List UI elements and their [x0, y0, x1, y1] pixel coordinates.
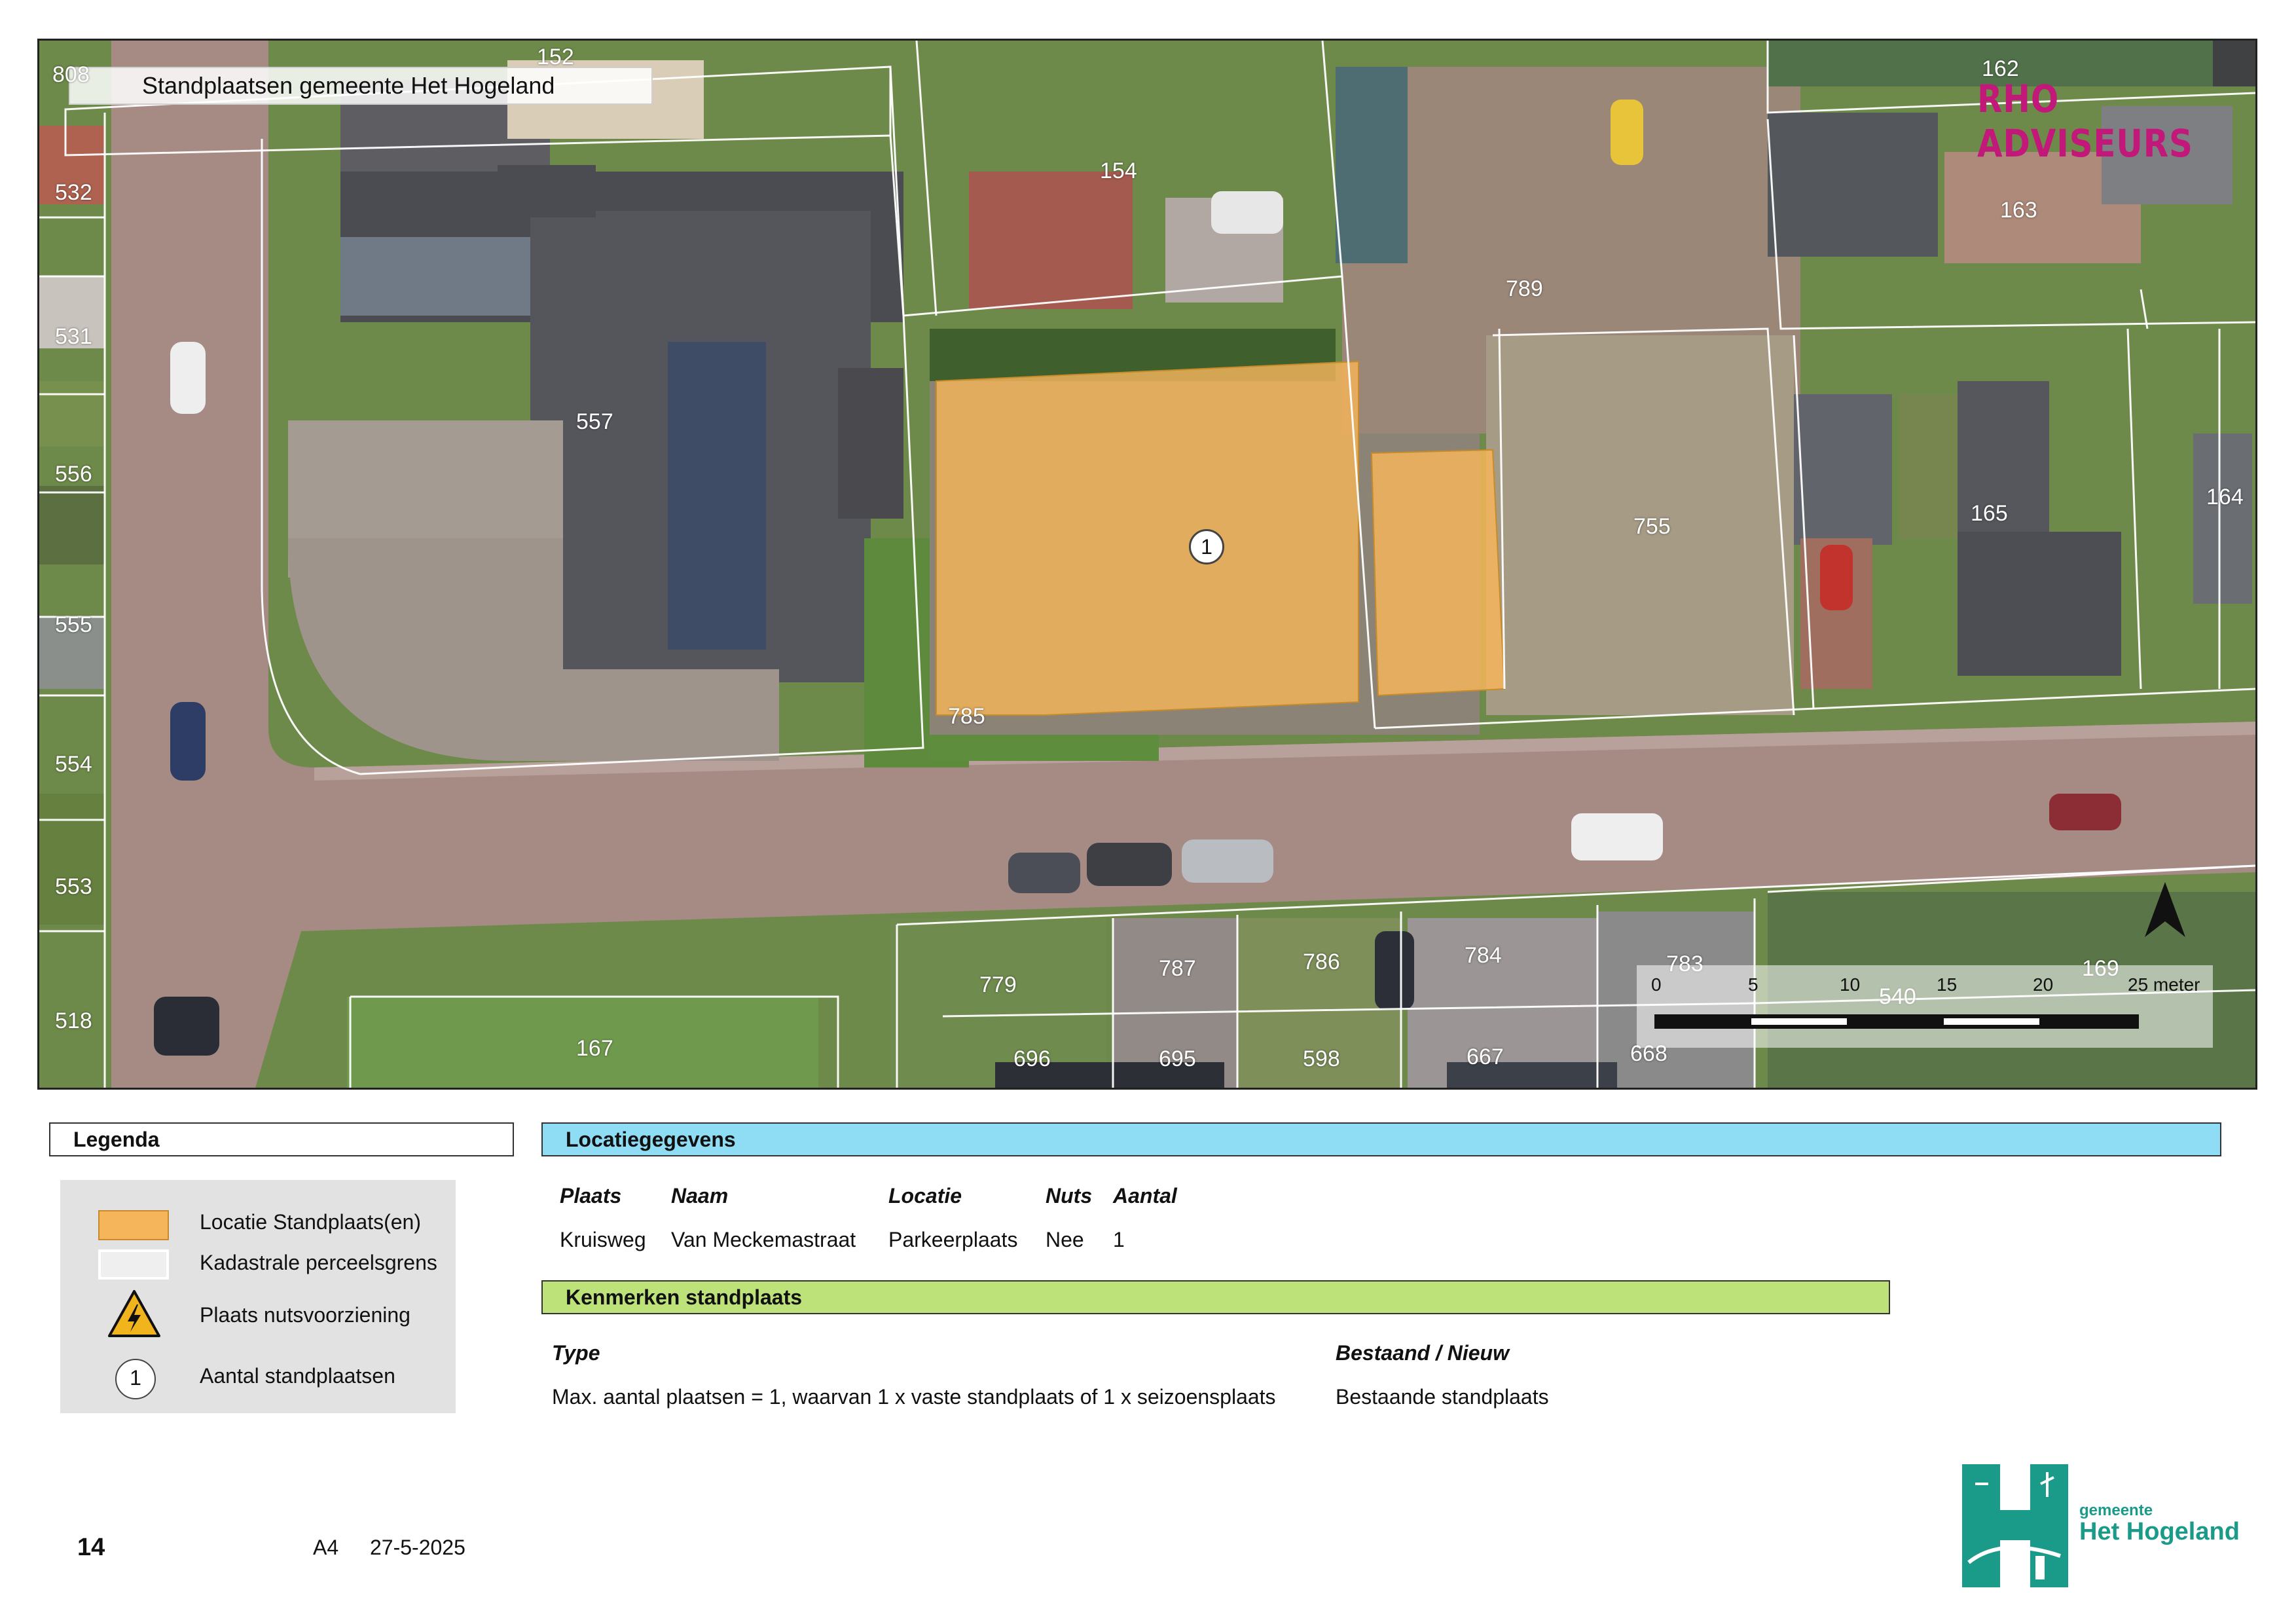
- paper-size: A4: [313, 1536, 339, 1559]
- scale-tick: 10: [1840, 974, 1861, 995]
- electric-hazard-icon: [108, 1290, 160, 1337]
- aerial-map[interactable]: [37, 39, 2257, 1090]
- legend-label: Plaats nutsvoorziening: [200, 1303, 410, 1327]
- features-col-header: Type: [552, 1341, 600, 1365]
- parcel-number: 787: [1159, 956, 1196, 981]
- parcel-number: 163: [2000, 198, 2037, 223]
- logo-text-large: Het Hogeland: [2079, 1518, 2240, 1545]
- page-number: 14: [77, 1534, 105, 1561]
- parcel-number: 556: [55, 462, 92, 487]
- map-title: Standplaatsen gemeente Het Hogeland: [69, 67, 653, 105]
- parcel-number: 789: [1506, 276, 1543, 301]
- document-date: 27-5-2025: [370, 1536, 465, 1559]
- legend-swatch-location: [98, 1210, 169, 1240]
- features-cell: Bestaande standplaats: [1336, 1385, 1549, 1409]
- parcel-number: 696: [1013, 1046, 1051, 1071]
- scale-tick: 15: [1937, 974, 1958, 995]
- parcel-number: 808: [52, 62, 90, 87]
- location-cell: Kruisweg: [560, 1228, 646, 1251]
- features-cell: Max. aantal plaatsen = 1, waarvan 1 x va…: [552, 1385, 1276, 1409]
- parcel-number: 165: [1971, 501, 2008, 526]
- location-cell: Parkeerplaats: [888, 1228, 1018, 1251]
- location-col-header: Naam: [671, 1184, 729, 1208]
- legend-header: Legenda: [49, 1122, 514, 1156]
- legend-label: Aantal standplaatsen: [200, 1364, 395, 1388]
- location-col-header: Aantal: [1113, 1184, 1177, 1208]
- parcel-number: 784: [1465, 943, 1502, 968]
- location-col-header: Plaats: [560, 1184, 622, 1208]
- legend-label: Kadastrale perceelsgrens: [200, 1251, 437, 1274]
- parcel-number: 531: [55, 324, 92, 349]
- legend-swatch-parcel: [98, 1249, 169, 1280]
- location-cell: 1: [1113, 1228, 1125, 1251]
- scale-bar-panel: [1637, 965, 2213, 1048]
- parcel-number: 786: [1303, 950, 1340, 974]
- scale-tick: 5: [1748, 974, 1758, 995]
- features-col-header: Bestaand / Nieuw: [1336, 1341, 1509, 1365]
- parcel-number: 154: [1100, 158, 1137, 183]
- parcel-number: 553: [55, 874, 92, 899]
- location-col-header: Nuts: [1046, 1184, 1093, 1208]
- features-header: Kenmerken standplaats: [541, 1280, 1890, 1314]
- logo-text-small: gemeente: [2079, 1502, 2153, 1519]
- parcel-number: 164: [2206, 485, 2244, 509]
- brand-logo: RHO ADVISEURS: [1977, 77, 2193, 166]
- parcel-number: 554: [55, 752, 92, 777]
- parcel-number: 167: [576, 1036, 613, 1061]
- parcel-number: 779: [979, 972, 1017, 997]
- parcel-number: 532: [55, 180, 92, 205]
- parcel-number: 755: [1633, 514, 1671, 539]
- municipality-logo-icon: [1962, 1464, 2068, 1587]
- parcel-number: 695: [1159, 1046, 1196, 1071]
- parcel-number: 518: [55, 1008, 92, 1033]
- parcel-number: 667: [1467, 1044, 1504, 1069]
- scale-tick: 25 meter: [2128, 974, 2200, 995]
- north-arrow-icon: [2145, 882, 2185, 937]
- parcel-number: 598: [1303, 1046, 1340, 1071]
- location-cell: Van Meckemastraat: [671, 1228, 856, 1251]
- parcel-number: 152: [537, 45, 574, 69]
- location-count-marker[interactable]: 1: [1189, 529, 1224, 564]
- parcel-number: 162: [1982, 56, 2019, 81]
- location-col-header: Locatie: [888, 1184, 962, 1208]
- scale-tick: 0: [1651, 974, 1662, 995]
- parcel-number: 555: [55, 612, 92, 637]
- scale-tick: 20: [2033, 974, 2054, 995]
- parcel-number: 785: [948, 704, 985, 729]
- location-header: Locatiegegevens: [541, 1122, 2221, 1156]
- scale-bar: [1654, 1014, 2139, 1029]
- legend-label: Locatie Standplaats(en): [200, 1210, 421, 1234]
- parcel-number: 557: [576, 409, 613, 434]
- legend-count-symbol: 1: [115, 1359, 156, 1399]
- location-cell: Nee: [1046, 1228, 1084, 1251]
- aerial-photo: [39, 41, 2255, 1088]
